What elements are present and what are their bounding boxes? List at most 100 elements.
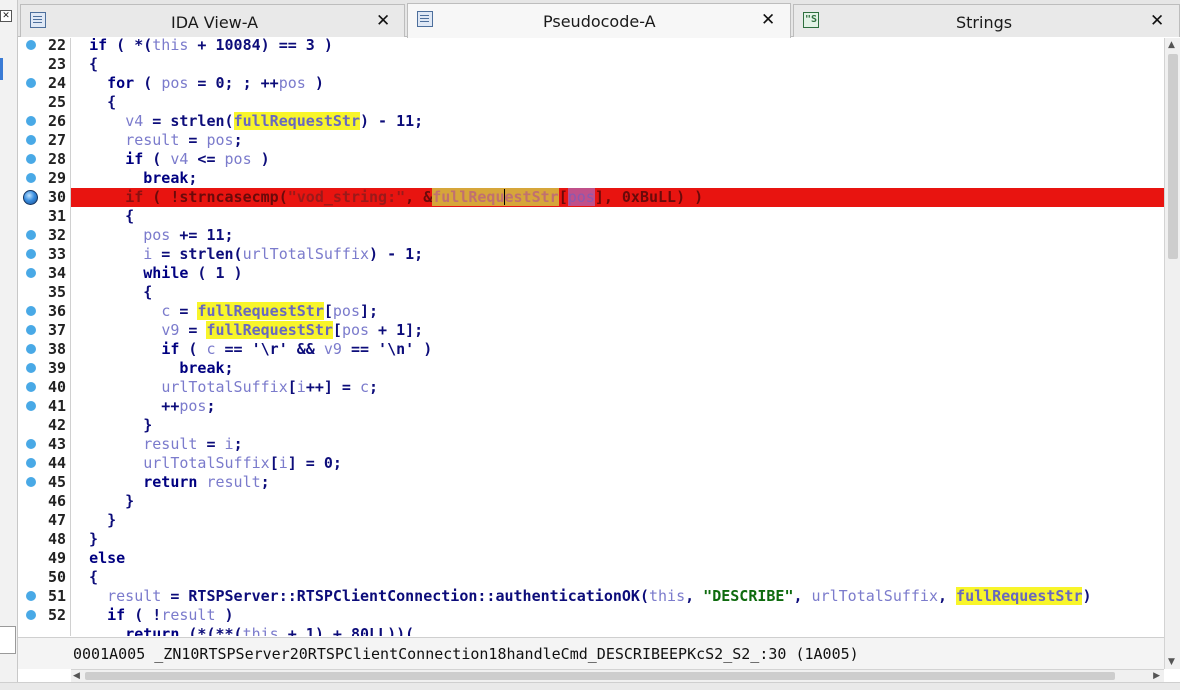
- breakpoint-dot-icon[interactable]: [26, 249, 36, 259]
- gutter-line[interactable]: 33: [18, 245, 70, 264]
- gutter-line[interactable]: 52: [18, 606, 70, 625]
- code-line[interactable]: }: [71, 492, 1164, 511]
- current-position-icon[interactable]: [23, 190, 38, 205]
- breakpoint-dot-icon[interactable]: [26, 344, 36, 354]
- gutter-line[interactable]: 23: [18, 55, 70, 74]
- code-line[interactable]: result = RTSPServer::RTSPClientConnectio…: [71, 587, 1164, 606]
- scrollbar-thumb[interactable]: [1168, 54, 1178, 259]
- gutter-line[interactable]: 40: [18, 378, 70, 397]
- gutter-line[interactable]: 27: [18, 131, 70, 150]
- breakpoint-dot-icon[interactable]: [26, 591, 36, 601]
- gutter-line[interactable]: 50: [18, 568, 70, 587]
- horizontal-scrollbar[interactable]: ◀ ▶: [71, 669, 1164, 682]
- gutter-line[interactable]: 26: [18, 112, 70, 131]
- code-line[interactable]: for ( pos = 0; ; ++pos ): [71, 74, 1164, 93]
- gutter-line[interactable]: 45: [18, 473, 70, 492]
- code-line[interactable]: }: [71, 530, 1164, 549]
- code-line[interactable]: {: [71, 55, 1164, 74]
- gutter-line[interactable]: 41: [18, 397, 70, 416]
- code-line[interactable]: if ( v4 <= pos ): [71, 150, 1164, 169]
- gutter-line[interactable]: 24: [18, 74, 70, 93]
- breakpoint-dot-icon[interactable]: [26, 477, 36, 487]
- code-area[interactable]: if ( *(this + 10084) == 3 ) { for ( pos …: [71, 38, 1164, 636]
- code-line[interactable]: ++pos;: [71, 397, 1164, 416]
- breakpoint-dot-icon[interactable]: [26, 135, 36, 145]
- breakpoint-code-line[interactable]: if ( !strncasecmp("vod_string:", &fullRe…: [71, 188, 1164, 207]
- code-line[interactable]: break;: [71, 169, 1164, 188]
- gutter-line[interactable]: 25: [18, 93, 70, 112]
- gutter-line[interactable]: 42: [18, 416, 70, 435]
- code-line[interactable]: v9 = fullRequestStr[pos + 1];: [71, 321, 1164, 340]
- gutter-line[interactable]: 31: [18, 207, 70, 226]
- scroll-left-icon[interactable]: ◀: [73, 671, 80, 681]
- gutter-line[interactable]: 39: [18, 359, 70, 378]
- breakpoint-dot-icon[interactable]: [26, 610, 36, 620]
- code-line[interactable]: urlTotalSuffix[i++] = c;: [71, 378, 1164, 397]
- scroll-down-icon[interactable]: ▼: [1168, 657, 1175, 667]
- code-line[interactable]: break;: [71, 359, 1164, 378]
- code-line[interactable]: {: [71, 93, 1164, 112]
- code-line[interactable]: result = i;: [71, 435, 1164, 454]
- gutter-line[interactable]: [18, 625, 70, 636]
- code-line[interactable]: return (*(**(this + 1) + 80LL))(: [71, 625, 1164, 636]
- code-line[interactable]: if ( !result ): [71, 606, 1164, 625]
- gutter-line[interactable]: 49: [18, 549, 70, 568]
- code-line[interactable]: pos += 11;: [71, 226, 1164, 245]
- code-line[interactable]: v4 = strlen(fullRequestStr) - 11;: [71, 112, 1164, 131]
- code-line[interactable]: urlTotalSuffix[i] = 0;: [71, 454, 1164, 473]
- breakpoint-dot-icon[interactable]: [26, 382, 36, 392]
- breakpoint-dot-icon[interactable]: [26, 325, 36, 335]
- line-number-gutter[interactable]: 22 23 24 25 26 27 28 29 30 31 32 33 34 35 36 37 38 39 40 41…: [18, 38, 70, 636]
- scroll-up-icon[interactable]: ▲: [1168, 40, 1175, 50]
- code-line[interactable]: {: [71, 283, 1164, 302]
- breakpoint-dot-icon[interactable]: [26, 78, 36, 88]
- tab-ida-view-a[interactable]: IDA View-A ✕: [20, 4, 405, 37]
- tab-strings[interactable]: Strings ✕: [793, 4, 1180, 37]
- code-line[interactable]: }: [71, 511, 1164, 530]
- close-icon[interactable]: ✕: [1150, 11, 1164, 31]
- gutter-line[interactable]: 47: [18, 511, 70, 530]
- gutter-line[interactable]: 37: [18, 321, 70, 340]
- breakpoint-dot-icon[interactable]: [26, 230, 36, 240]
- code-line[interactable]: {: [71, 207, 1164, 226]
- code-line[interactable]: i = strlen(urlTotalSuffix) - 1;: [71, 245, 1164, 264]
- close-icon[interactable]: ✕: [0, 10, 12, 22]
- gutter-line[interactable]: 48: [18, 530, 70, 549]
- gutter-line[interactable]: 32: [18, 226, 70, 245]
- scroll-right-icon[interactable]: ▶: [1153, 671, 1160, 681]
- code-line[interactable]: else: [71, 549, 1164, 568]
- gutter-line[interactable]: 28: [18, 150, 70, 169]
- breakpoint-dot-icon[interactable]: [26, 268, 36, 278]
- gutter-line[interactable]: 46: [18, 492, 70, 511]
- close-icon[interactable]: ✕: [761, 10, 775, 30]
- breakpoint-dot-icon[interactable]: [26, 306, 36, 316]
- gutter-line[interactable]: 30: [18, 188, 70, 207]
- gutter-line[interactable]: 44: [18, 454, 70, 473]
- breakpoint-dot-icon[interactable]: [26, 154, 36, 164]
- code-line[interactable]: if ( *(this + 10084) == 3 ): [71, 38, 1164, 55]
- tab-pseudocode-a[interactable]: Pseudocode-A ✕: [407, 3, 791, 38]
- breakpoint-dot-icon[interactable]: [26, 173, 36, 183]
- gutter-line[interactable]: 34: [18, 264, 70, 283]
- gutter-line[interactable]: 43: [18, 435, 70, 454]
- code-line[interactable]: result = pos;: [71, 131, 1164, 150]
- vertical-scrollbar[interactable]: ▲ ▼: [1164, 38, 1180, 669]
- gutter-line[interactable]: 38: [18, 340, 70, 359]
- gutter-line[interactable]: 29: [18, 169, 70, 188]
- breakpoint-dot-icon[interactable]: [26, 458, 36, 468]
- breakpoint-dot-icon[interactable]: [26, 116, 36, 126]
- scrollbar-thumb[interactable]: [85, 672, 1115, 680]
- code-line[interactable]: return result;: [71, 473, 1164, 492]
- breakpoint-dot-icon[interactable]: [26, 401, 36, 411]
- code-line[interactable]: }: [71, 416, 1164, 435]
- gutter-line[interactable]: 22: [18, 38, 70, 55]
- gutter-line[interactable]: 35: [18, 283, 70, 302]
- gutter-line[interactable]: 36: [18, 302, 70, 321]
- code-line[interactable]: if ( c == '\r' && v9 == '\n' ): [71, 340, 1164, 359]
- code-line[interactable]: c = fullRequestStr[pos];: [71, 302, 1164, 321]
- close-icon[interactable]: ✕: [376, 11, 390, 31]
- breakpoint-dot-icon[interactable]: [26, 40, 36, 50]
- breakpoint-dot-icon[interactable]: [26, 363, 36, 373]
- code-line[interactable]: {: [71, 568, 1164, 587]
- code-line[interactable]: while ( 1 ): [71, 264, 1164, 283]
